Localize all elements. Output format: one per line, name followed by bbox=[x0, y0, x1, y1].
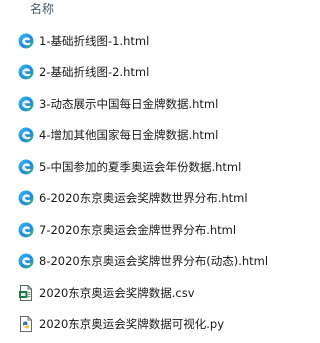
name-column-header[interactable]: 名称 bbox=[30, 1, 54, 17]
file-item[interactable]: 2-基础折线图-2.html bbox=[0, 59, 291, 85]
edge-icon bbox=[18, 159, 34, 175]
file-name: 2020东京奥运会奖牌数据.csv bbox=[39, 286, 195, 300]
python-file-icon bbox=[20, 316, 32, 332]
file-name: 7-2020东京奥运会金牌世界分布.html bbox=[39, 223, 237, 237]
file-name: 5-中国参加的夏季奥运会年份数据.html bbox=[39, 160, 242, 174]
file-item[interactable]: 3-动态展示中国每日金牌数据.html bbox=[0, 91, 291, 117]
file-name: 1-基础折线图-1.html bbox=[39, 34, 150, 48]
file-name: 3-动态展示中国每日金牌数据.html bbox=[39, 97, 219, 111]
file-item[interactable]: 2020东京奥运会奖牌数据可视化.py bbox=[0, 311, 291, 337]
file-item[interactable]: 4-增加其他国家每日金牌数据.html bbox=[0, 122, 291, 148]
csv-file-icon bbox=[19, 285, 32, 301]
file-item[interactable]: 8-2020东京奥运会奖牌世界分布(动态).html bbox=[0, 248, 291, 274]
file-name: 2-基础折线图-2.html bbox=[39, 65, 150, 79]
file-name: 2020东京奥运会奖牌数据可视化.py bbox=[39, 317, 225, 331]
edge-icon bbox=[18, 96, 34, 112]
edge-icon bbox=[18, 190, 34, 206]
file-item[interactable]: 2020东京奥运会奖牌数据.csv bbox=[0, 280, 291, 306]
file-item[interactable]: 6-2020东京奥运会奖牌数世界分布.html bbox=[0, 185, 291, 211]
file-item[interactable]: 7-2020东京奥运会金牌世界分布.html bbox=[0, 217, 291, 243]
file-item[interactable]: 5-中国参加的夏季奥运会年份数据.html bbox=[0, 154, 291, 180]
file-name: 6-2020东京奥运会奖牌数世界分布.html bbox=[39, 191, 248, 205]
edge-icon bbox=[18, 253, 34, 269]
file-item[interactable]: 1-基础折线图-1.html bbox=[0, 28, 291, 54]
edge-icon bbox=[18, 127, 34, 143]
file-name: 4-增加其他国家每日金牌数据.html bbox=[39, 128, 219, 142]
edge-icon bbox=[18, 64, 34, 80]
edge-icon bbox=[18, 222, 34, 238]
edge-icon bbox=[18, 33, 34, 49]
file-name: 8-2020东京奥运会奖牌世界分布(动态).html bbox=[39, 254, 269, 268]
